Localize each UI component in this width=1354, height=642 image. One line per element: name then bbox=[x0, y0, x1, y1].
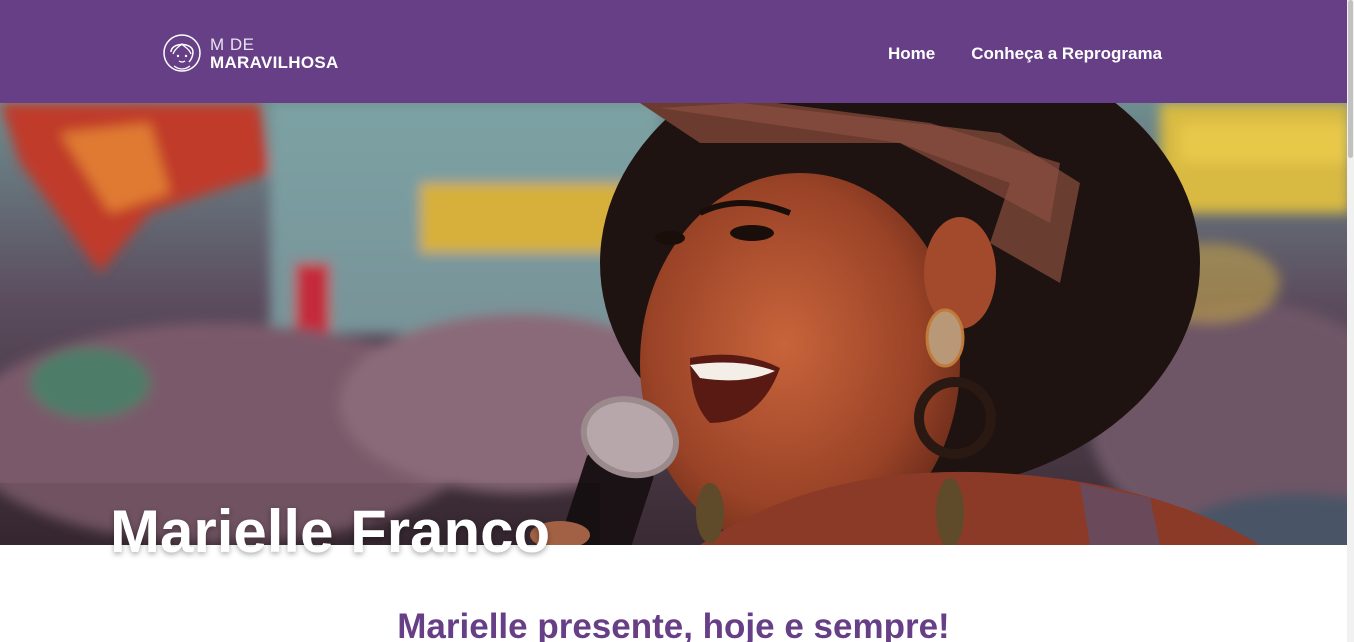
hero-banner bbox=[0, 103, 1347, 545]
logo[interactable]: M DE MARAVILHOSA bbox=[162, 30, 339, 76]
navbar: M DE MARAVILHOSA Home Conheça a Reprogra… bbox=[0, 0, 1347, 103]
nav-link-home[interactable]: Home bbox=[888, 44, 935, 64]
page: M DE MARAVILHOSA Home Conheça a Reprogra… bbox=[0, 0, 1347, 642]
page-subtitle: Marielle presente, hoje e sempre! bbox=[397, 607, 950, 642]
scrollbar-thumb[interactable] bbox=[1348, 0, 1353, 158]
hero-photo bbox=[0, 103, 1347, 545]
logo-line2: MARAVILHOSA bbox=[210, 52, 339, 72]
logo-wordmark: M DE MARAVILHOSA bbox=[210, 36, 339, 71]
hero-title: Marielle Franco bbox=[110, 498, 551, 566]
nav-link-conheca-reprograma[interactable]: Conheça a Reprograma bbox=[971, 44, 1162, 64]
vertical-scrollbar[interactable] bbox=[1347, 0, 1354, 642]
main-nav: Home Conheça a Reprograma bbox=[888, 44, 1162, 64]
woman-face-logo-icon bbox=[163, 34, 201, 72]
logo-line1: M DE bbox=[210, 34, 255, 54]
